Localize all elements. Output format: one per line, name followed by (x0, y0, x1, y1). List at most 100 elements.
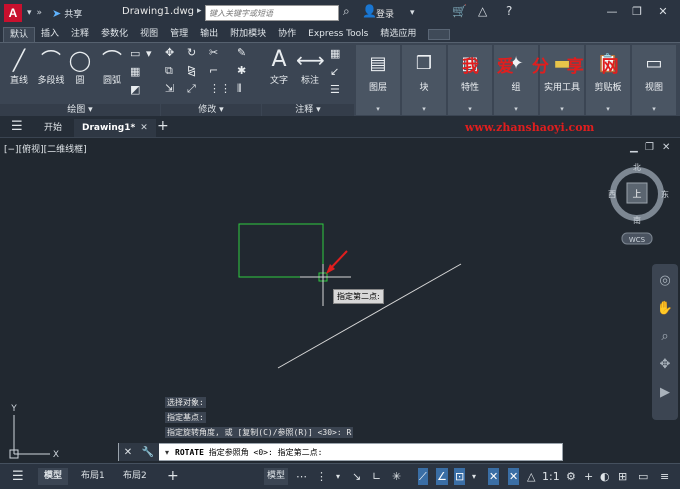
gradient-icon[interactable]: ◩ (130, 83, 140, 96)
trim-icon[interactable]: ✂ (209, 46, 218, 59)
tab-layout1[interactable]: 布局1 (75, 468, 111, 485)
search-input[interactable]: 键入关键字或短语 (205, 5, 339, 21)
viewcube[interactable]: 上 北 南 东 西 WCS (608, 163, 669, 245)
login-dropdown-icon[interactable]: ▾ (410, 8, 415, 18)
close-icon[interactable]: ✕ (124, 447, 132, 458)
wrench-icon[interactable]: 🔧 (142, 447, 154, 458)
explode-icon[interactable]: ✱ (237, 64, 246, 77)
move-icon[interactable]: ✥ (165, 46, 174, 59)
object-snap-tracking-icon[interactable]: ∠ (436, 468, 448, 485)
customize-icon[interactable]: ≡ (660, 468, 669, 485)
table-icon[interactable]: ▦ (330, 47, 340, 60)
clean-screen-icon[interactable]: ▭ (638, 468, 648, 485)
auto-scale-icon[interactable]: ✕ (508, 468, 520, 485)
add-layout-button[interactable]: + (167, 468, 179, 485)
drawing-canvas[interactable]: [−][俯视][二维线框] ▁ ❐ ✕ 上 北 南 东 西 WCS Y X 指定… (0, 138, 680, 462)
share-button[interactable]: ➤ 共享 (52, 7, 82, 20)
menu-icon[interactable]: ☰ (12, 468, 24, 485)
arc-tool[interactable]: ⌒ 圆弧 (98, 47, 126, 86)
object-snap-icon[interactable]: ⊡ (454, 468, 466, 485)
isodraft-icon[interactable]: ⟋ (418, 468, 428, 485)
tab-default[interactable]: 默认 (3, 27, 36, 42)
tab-model[interactable]: 模型 (38, 468, 69, 485)
dimension-tool[interactable]: ⟷ 标注 (296, 47, 325, 86)
isolate-objects-icon[interactable]: ◐ (600, 468, 610, 485)
user-icon[interactable]: 👤 (362, 4, 377, 18)
command-input[interactable]: ROTATE 指定参照角 <0>: 指定第二点: (175, 447, 322, 458)
chevron-down-icon[interactable]: ▾ (27, 8, 32, 18)
ortho-icon[interactable]: ∟ (372, 468, 381, 485)
tab-express-tools[interactable]: Express Tools (302, 27, 374, 42)
annotation-scale-icon[interactable]: △ (527, 468, 535, 485)
tab-layout2[interactable]: 布局2 (117, 468, 153, 485)
login-button[interactable]: 登录 (376, 7, 394, 20)
app-logo[interactable]: A (4, 4, 22, 22)
grid-icon[interactable]: ⋯ (296, 468, 307, 485)
mirror-icon[interactable]: ⧎ (187, 64, 196, 77)
tab-featured-apps[interactable]: 精选应用 (374, 27, 422, 42)
text-tool[interactable]: A 文字 (266, 47, 292, 86)
restore-button[interactable]: ❐ (628, 3, 646, 21)
markup-icon[interactable]: ☰ (330, 83, 340, 96)
zoom-icon[interactable]: ⌕ (656, 328, 674, 346)
pan-icon[interactable]: ✋ (656, 300, 674, 318)
reference-line[interactable] (277, 263, 462, 369)
hardware-acceleration-icon[interactable]: ⊞ (618, 468, 627, 485)
block-button[interactable]: ❒ 块 ▾ (402, 45, 446, 115)
tab-view[interactable]: 视图 (134, 27, 164, 42)
orbit-icon[interactable]: ✥ (656, 356, 674, 374)
menu-icon[interactable]: ☰ (11, 119, 23, 134)
dropdown-icon[interactable]: ▾ (336, 468, 340, 485)
tab-manage[interactable]: 管理 (164, 27, 194, 42)
help-icon[interactable]: ? (506, 4, 512, 18)
rectangle-object[interactable] (238, 223, 324, 278)
a360-icon[interactable]: △ (478, 4, 487, 18)
new-tab-button[interactable]: + (157, 118, 169, 134)
tab-addins[interactable]: 附加模块 (224, 27, 272, 42)
dropdown-icon[interactable]: ▾ (472, 468, 476, 485)
close-button[interactable]: ✕ (654, 3, 672, 21)
tab-insert[interactable]: 插入 (35, 27, 65, 42)
minimize-button[interactable]: — (603, 3, 621, 21)
polyline-tool[interactable]: ⌒ 多段线 (34, 47, 68, 86)
offset-icon[interactable]: ⫴ (237, 82, 242, 96)
cart-icon[interactable]: 🛒 (452, 4, 467, 18)
expand-arrow-icon[interactable]: ▸ (197, 6, 202, 16)
fillet-icon[interactable]: ⌐ (209, 64, 218, 77)
view-button[interactable]: ▭ 视图 ▾ (632, 45, 676, 115)
hatch-icon[interactable]: ▦ (130, 65, 140, 78)
scale-icon[interactable]: ⤢ (187, 82, 196, 96)
erase-icon[interactable]: ✎ (237, 46, 246, 59)
circle-tool[interactable]: ◯ 圆 (66, 47, 94, 86)
quick-access-expand-icon[interactable]: » (37, 8, 43, 18)
steering-wheel-icon[interactable]: ◎ (656, 272, 674, 290)
line-tool[interactable]: ╱ 直线 (6, 47, 32, 86)
model-space-button[interactable]: 模型 (264, 468, 289, 485)
search-icon[interactable]: ⌕ (343, 4, 350, 19)
tab-drawing1[interactable]: Drawing1* ✕ (74, 119, 156, 137)
layers-button[interactable]: ▤ 图层 ▾ (356, 45, 400, 115)
tab-collaborate[interactable]: 协作 (272, 27, 302, 42)
rectangle-icon[interactable]: ▭ (130, 47, 140, 60)
rotate-icon[interactable]: ↻ (187, 46, 196, 59)
stretch-icon[interactable]: ⇲ (165, 82, 174, 95)
tab-parametric[interactable]: 参数化 (95, 27, 134, 42)
tab-output[interactable]: 输出 (194, 27, 224, 42)
workspace-icon[interactable]: + (584, 468, 593, 485)
tab-start[interactable]: 开始 (36, 119, 70, 137)
copy-icon[interactable]: ⧉ (165, 64, 173, 78)
infer-constraints-icon[interactable]: ↘ (352, 468, 361, 485)
settings-icon[interactable]: ⚙ (566, 468, 576, 485)
tab-annotate[interactable]: 注释 (65, 27, 95, 42)
polar-tracking-icon[interactable]: ✳ (392, 468, 401, 485)
ribbon-toggle-button[interactable] (428, 29, 451, 40)
snap-icon[interactable]: ⋮ (316, 468, 327, 485)
dropdown-icon[interactable]: ▾ (146, 47, 152, 60)
array-icon[interactable]: ⋮⋮ (209, 82, 231, 95)
annotation-scale-value[interactable]: 1:1 (542, 468, 560, 485)
command-dropdown-icon[interactable]: ▾ (165, 448, 169, 457)
showmotion-icon[interactable]: ▶ (656, 384, 674, 402)
close-icon[interactable]: ✕ (140, 123, 148, 133)
annotation-visibility-icon[interactable]: ✕ (488, 468, 500, 485)
command-line[interactable]: ✕ 🔧 ▾ ROTATE 指定参照角 <0>: 指定第二点: (118, 443, 563, 461)
